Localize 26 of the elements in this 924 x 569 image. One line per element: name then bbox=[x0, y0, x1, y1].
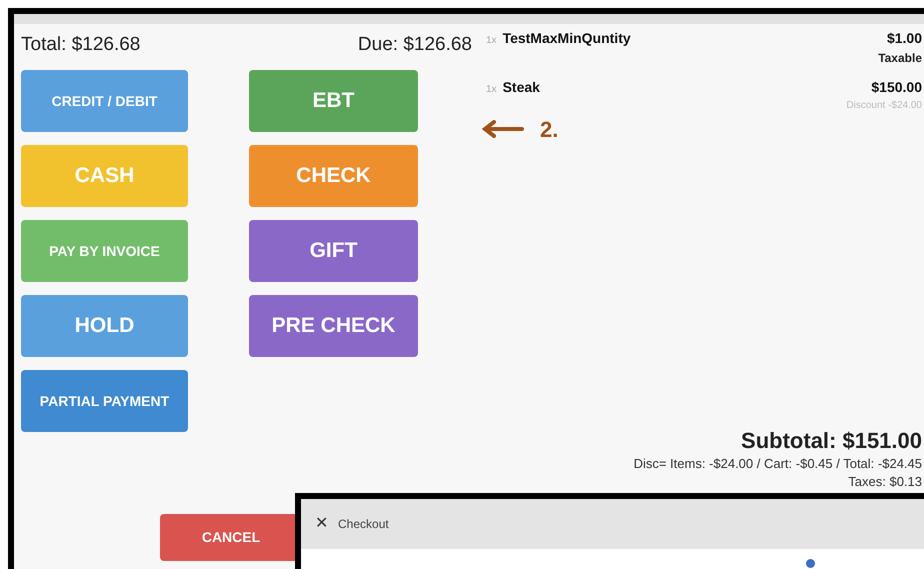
item-note: Taxable bbox=[878, 50, 922, 67]
quantity-text: 1x bbox=[486, 34, 497, 48]
payment-button[interactable]: PAY BY INVOICE bbox=[21, 220, 188, 282]
total-amount: Total: $126.68 bbox=[21, 32, 140, 57]
discount-summary: Disc= Items: -$24.00 / Cart: -$0.45 / Total: -$24.45 bbox=[634, 455, 922, 473]
item-note: Discount -$24.00 bbox=[846, 99, 922, 113]
payment-button[interactable]: EBT bbox=[249, 70, 418, 132]
close-icon[interactable]: ✕ bbox=[315, 512, 328, 536]
payment-button[interactable]: PRE CHECK bbox=[249, 295, 418, 357]
left-arrow-icon bbox=[480, 119, 524, 139]
subtotal-text: Subtotal: $151.00 bbox=[741, 427, 922, 455]
item-price: $150.00 bbox=[871, 78, 922, 97]
payment-button[interactable]: PARTIAL PAYMENT bbox=[21, 370, 188, 432]
item-name: TestMaxMinQuntity bbox=[502, 29, 631, 48]
payment-button[interactable]: GIFT bbox=[249, 220, 418, 282]
item-price: $1.00 bbox=[886, 29, 922, 48]
annotation-label: 2. bbox=[540, 116, 558, 144]
window-title: Checkout bbox=[338, 516, 389, 533]
payment-button[interactable]: CHECK bbox=[249, 145, 418, 207]
item-name: Steak bbox=[502, 78, 540, 97]
due-amount: Due: $126.68 bbox=[358, 32, 472, 57]
payment-button[interactable]: CASH bbox=[21, 145, 188, 207]
payment-button[interactable]: HOLD bbox=[21, 295, 188, 357]
taxes-text: Taxes: $0.13 bbox=[848, 473, 922, 491]
payment-button[interactable]: CREDIT / DEBIT bbox=[21, 70, 188, 132]
quantity-text: 1x bbox=[486, 83, 497, 97]
